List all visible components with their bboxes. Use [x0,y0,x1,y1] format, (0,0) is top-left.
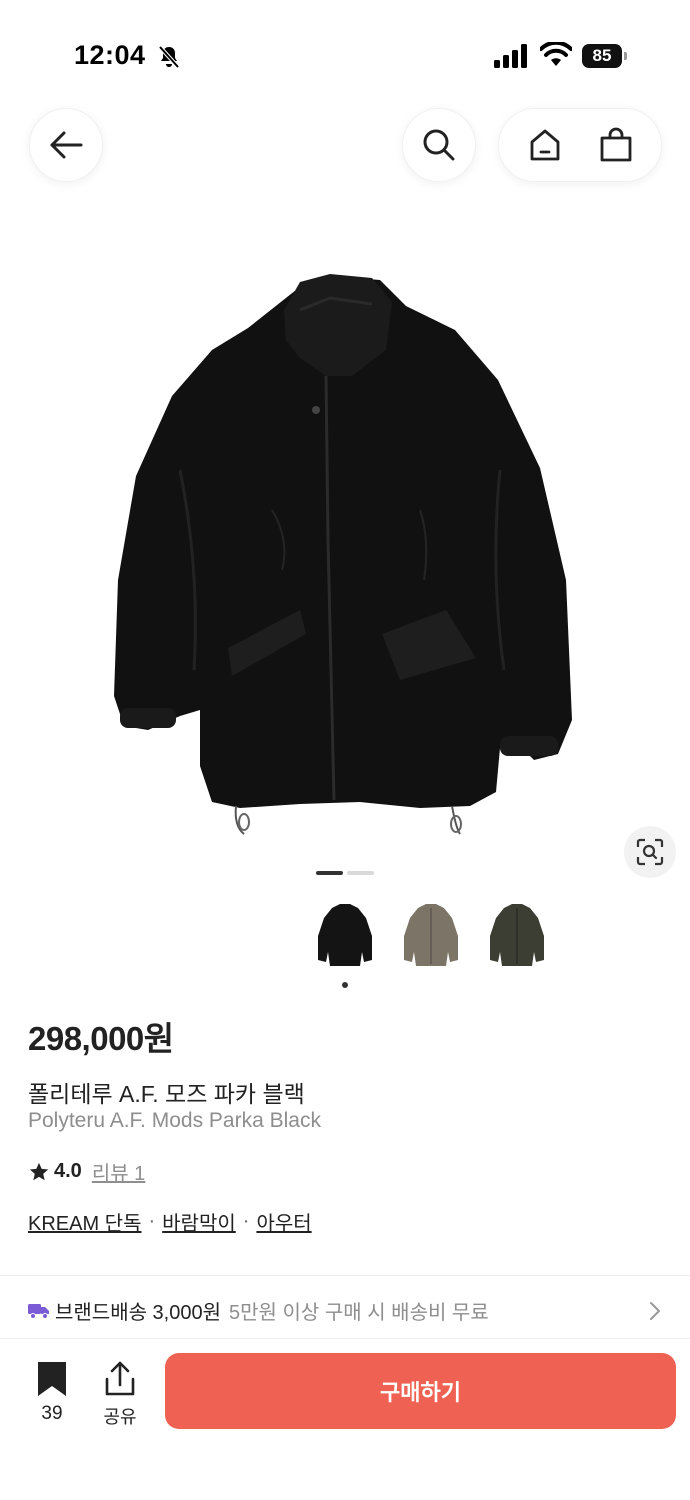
battery-tip [624,52,627,60]
nav-button-group [498,108,662,182]
selected-thumbnail-dot [342,982,348,988]
bell-muted-icon [158,45,180,69]
status-bar: 12:04 85 [0,0,690,100]
image-search-button[interactable] [624,826,676,878]
rating-value: 4.0 [54,1160,82,1182]
product-name-english: Polyteru A.F. Mods Parka Black [28,1109,321,1132]
tag-outerwear[interactable]: 아우터 [256,1207,311,1236]
tag-list: KREAM 단독 · 바람막이 · 아우터 [28,1207,312,1236]
bookmark-button[interactable]: 39 [30,1361,74,1431]
share-button[interactable]: 공유 [96,1361,144,1431]
home-button[interactable] [515,115,575,175]
bottom-action-bar: 39 공유 구매하기 [0,1338,690,1500]
back-arrow-icon [50,131,83,159]
bookmark-count: 39 [41,1403,63,1424]
lens-icon [636,838,664,866]
battery-indicator: 85 [582,44,628,68]
product-name-korean: 폴리테루 A.F. 모즈 파카 블랙 [28,1081,305,1107]
chevron-right-icon [650,1302,660,1320]
tag-kream-exclusive[interactable]: KREAM 단독 [28,1207,141,1236]
search-icon [423,129,455,161]
delivery-main-text: 브랜드배송 3,000원 [55,1301,222,1324]
delivery-sub-text: 5만원 이상 구매 시 배송비 무료 [229,1301,489,1324]
section-divider [0,1275,690,1276]
parka-jacket-image [114,274,572,835]
tag-windbreaker[interactable]: 바람막이 [162,1207,236,1236]
thumbnail-olive[interactable] [482,900,552,970]
thumbnail-khaki[interactable] [396,900,466,970]
back-button[interactable] [29,108,103,182]
battery-level: 85 [582,44,622,68]
shopping-bag-icon [600,127,631,162]
color-thumbnails [310,900,560,980]
shopping-bag-button[interactable] [586,115,646,175]
tag-separator: · [148,1210,156,1232]
tag-separator: · [242,1210,250,1232]
status-time: 12:04 [74,40,146,70]
pager-indicator-active [316,871,343,875]
cellular-signal-icon [494,44,527,68]
truck-icon [28,1304,49,1319]
thumbnail-black[interactable] [310,900,380,970]
share-icon [105,1361,135,1396]
share-label: 공유 [103,1407,137,1427]
search-button[interactable] [402,108,476,182]
delivery-info-row[interactable]: 브랜드배송 3,000원 5만원 이상 구매 시 배송비 무료 [28,1293,668,1327]
product-price: 298,000원 [28,1020,174,1057]
rating-row: 4.0 리뷰 1 [28,1157,145,1186]
wifi-icon [540,42,572,66]
buy-button[interactable]: 구매하기 [165,1353,676,1429]
product-image[interactable] [0,240,690,860]
star-icon [29,1162,49,1180]
bookmark-icon [38,1362,66,1396]
review-count-link[interactable]: 리뷰 1 [92,1157,145,1186]
pager-indicator-inactive [347,871,374,875]
home-icon [530,129,559,161]
